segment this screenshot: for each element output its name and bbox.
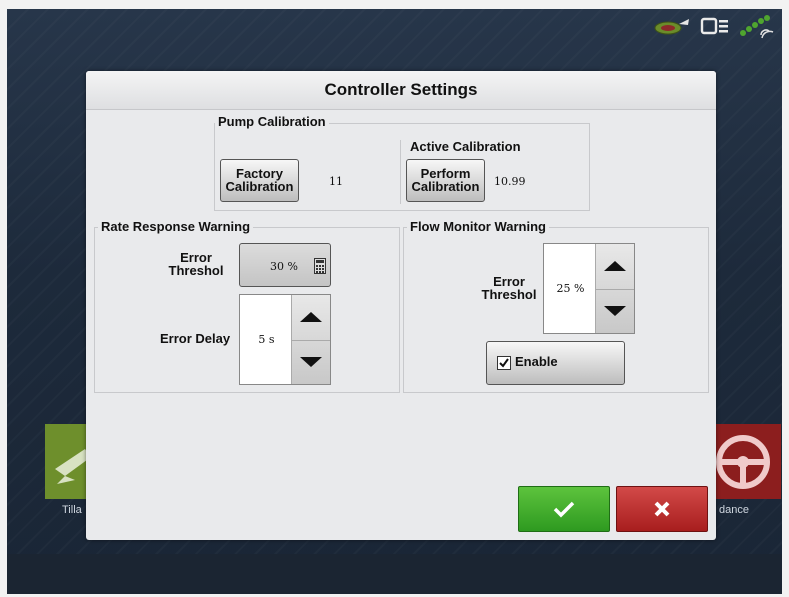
rate-error-threshold-label-line2: Threshol xyxy=(168,263,224,278)
rate-response-legend: Rate Response Warning xyxy=(98,219,254,234)
checkmark-icon xyxy=(553,501,575,518)
x-icon xyxy=(654,501,670,517)
flow-error-threshold-stepper: 25 % xyxy=(543,243,635,334)
flow-error-threshold-value: 25 % xyxy=(556,282,585,295)
ok-button[interactable] xyxy=(518,486,610,532)
checkbox-checked-icon xyxy=(497,356,511,370)
rate-error-delay-arrows xyxy=(291,295,330,384)
factory-calibration-label-line2: Calibration xyxy=(225,179,294,194)
gps-satellite-icon[interactable] xyxy=(652,15,692,37)
flow-error-threshold-arrows xyxy=(595,244,634,333)
active-calibration-label: Active Calibration xyxy=(410,139,521,154)
arrow-up-icon xyxy=(300,312,322,323)
active-calibration-value: 10.99 xyxy=(494,175,526,188)
rate-error-delay-increment-button[interactable] xyxy=(292,295,330,341)
calculator-icon xyxy=(314,258,326,274)
rate-error-delay-value: 5 s xyxy=(258,333,275,346)
cancel-button[interactable] xyxy=(616,486,708,532)
factory-calibration-value: 11 xyxy=(329,175,343,188)
perform-calibration-label-line2: Calibration xyxy=(411,179,480,194)
controller-settings-dialog: Controller Settings Pump Calibration Fac… xyxy=(86,71,716,540)
flow-error-threshold-decrement-button[interactable] xyxy=(596,289,634,334)
flow-monitor-legend: Flow Monitor Warning xyxy=(407,219,549,234)
display-icon[interactable] xyxy=(700,15,730,37)
rate-error-delay-decrement-button[interactable] xyxy=(292,340,330,385)
pump-calibration-legend: Pump Calibration xyxy=(215,114,329,129)
flow-monitor-enable-label: Enable xyxy=(515,354,558,369)
rate-error-delay-label: Error Delay xyxy=(160,331,231,346)
flow-monitor-enable-toggle[interactable]: Enable xyxy=(486,341,625,385)
steering-wheel-icon xyxy=(716,435,770,489)
flow-error-threshold-increment-button[interactable] xyxy=(596,244,634,290)
rate-error-threshold-field[interactable]: 30 % xyxy=(239,243,331,287)
rate-error-threshold-value: 30 % xyxy=(270,260,298,273)
flow-error-threshold-label: Error Threshol xyxy=(469,275,549,301)
dialog-title: Controller Settings xyxy=(86,71,716,110)
background-app-label-right: dance xyxy=(719,504,749,516)
background-app-guidance xyxy=(713,424,781,499)
arrow-down-icon xyxy=(300,356,322,367)
rate-error-threshold-label: Error Threshol xyxy=(156,251,236,277)
signal-icon[interactable] xyxy=(738,13,774,39)
group-divider xyxy=(400,140,401,204)
arrow-down-icon xyxy=(604,305,626,316)
status-icons xyxy=(652,13,774,39)
factory-calibration-button[interactable]: Factory Calibration xyxy=(220,159,299,202)
bottom-bar xyxy=(7,554,782,594)
rate-error-delay-stepper: 5 s xyxy=(239,294,331,385)
flow-error-threshold-label-line2: Threshol xyxy=(481,287,537,302)
background-app-label-left: Tilla xyxy=(62,504,82,516)
arrow-up-icon xyxy=(604,261,626,272)
perform-calibration-button[interactable]: Perform Calibration xyxy=(406,159,485,202)
